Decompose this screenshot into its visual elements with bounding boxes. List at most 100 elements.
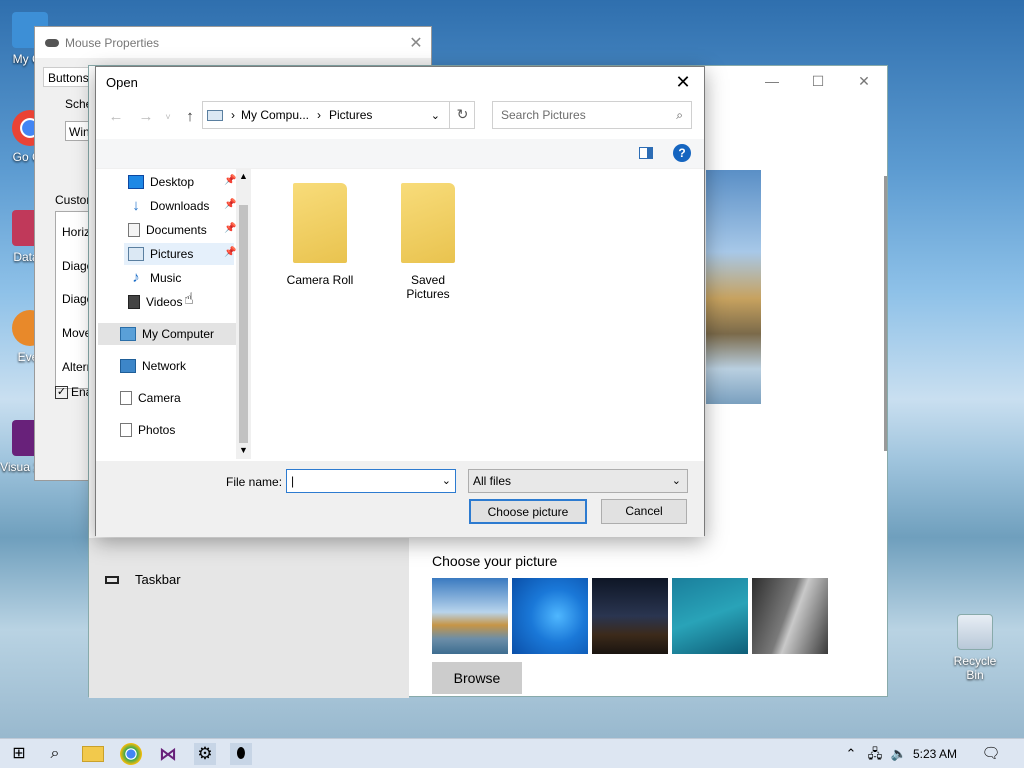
- address-bar[interactable]: › My Compu... › Pictures ⌄: [202, 101, 475, 129]
- file-icon: [120, 391, 132, 405]
- taskbar: ⊞ ⌕ ⋈ ⚙ ⬮ ⌃ 🖧 🔈 5:23 AM 🗨: [0, 738, 1024, 768]
- scroll-down-icon[interactable]: ▼: [239, 445, 248, 455]
- breadcrumb-my-computer[interactable]: My Compu...: [241, 108, 309, 122]
- window-controls: — ☐ ✕: [749, 66, 887, 97]
- background-preview: [706, 170, 761, 404]
- mouse-properties-icon[interactable]: ⬮: [230, 743, 252, 765]
- nav-item-documents[interactable]: Documents: [128, 219, 207, 241]
- close-icon[interactable]: ✕: [668, 69, 698, 95]
- refresh-icon[interactable]: ↻: [449, 101, 475, 129]
- document-icon: [128, 223, 140, 237]
- tab-buttons[interactable]: Buttons: [43, 67, 89, 87]
- chevron-down-icon[interactable]: ⌄: [431, 109, 440, 122]
- pictures-icon: [128, 247, 144, 261]
- folder-icon: [401, 183, 455, 263]
- scrollbar-thumb[interactable]: [239, 205, 248, 443]
- desktop-icon-recycle-bin[interactable]: Recycle Bin: [944, 614, 1006, 682]
- picture-thumbnail-windows[interactable]: [512, 578, 588, 654]
- open-dialog[interactable]: Open ✕ ← → ˅ ↑ › My Compu... › Pictures …: [95, 66, 705, 537]
- computer-icon: [120, 327, 136, 341]
- nav-item-network[interactable]: Network: [120, 355, 186, 377]
- pin-icon[interactable]: 📌: [224, 175, 236, 186]
- picture-thumbnail-rock[interactable]: [752, 578, 828, 654]
- nav-item-music[interactable]: ♪ Music: [128, 267, 181, 289]
- dialog-toolbar: ?: [96, 139, 704, 169]
- maximize-icon[interactable]: ☐: [795, 66, 841, 97]
- nav-item-pictures[interactable]: Pictures: [124, 243, 234, 265]
- file-type-select[interactable]: All files ⌄: [468, 469, 688, 493]
- pin-icon[interactable]: 📌: [224, 199, 236, 210]
- help-icon[interactable]: ?: [673, 144, 691, 162]
- clock[interactable]: 5:23 AM: [913, 747, 957, 761]
- choose-picture-button[interactable]: Choose picture: [469, 499, 587, 524]
- network-status-icon[interactable]: 🖧: [864, 743, 886, 765]
- picture-thumbnail-underwater[interactable]: [672, 578, 748, 654]
- chevron-down-icon[interactable]: ⌄: [442, 470, 451, 492]
- checkbox-checked-icon: ✓: [55, 385, 68, 399]
- chevron-down-icon: ⌄: [671, 475, 681, 487]
- breadcrumb-separator-icon: ›: [231, 108, 235, 122]
- download-arrow-icon: ↓: [132, 197, 140, 214]
- forward-arrow-icon[interactable]: →: [136, 107, 156, 127]
- close-icon[interactable]: ✕: [841, 66, 887, 97]
- picture-thumbnail-night-sky[interactable]: [592, 578, 668, 654]
- file-explorer-icon[interactable]: [82, 746, 104, 762]
- folder-icon: [293, 183, 347, 263]
- navigation-pane[interactable]: Desktop 📌 ↓ Downloads 📌 Documents 📌 Pict…: [98, 169, 253, 459]
- breadcrumb-separator-icon: ›: [317, 108, 322, 122]
- search-icon[interactable]: ⌕: [44, 743, 66, 765]
- preview-pane-icon[interactable]: [639, 147, 653, 159]
- list-item[interactable]: Move: [62, 326, 91, 340]
- dialog-title: Open: [106, 75, 138, 90]
- picture-thumbnail-beach[interactable]: [432, 578, 508, 654]
- back-arrow-icon[interactable]: ←: [106, 107, 126, 127]
- cancel-button[interactable]: Cancel: [601, 499, 687, 524]
- file-list[interactable]: Camera Roll Saved Pictures: [253, 169, 704, 459]
- folder-saved-pictures[interactable]: Saved Pictures: [388, 183, 468, 301]
- window-title: Mouse Properties: [65, 35, 160, 50]
- dialog-footer: File name: | ⌄ All files ⌄ Choose pictur…: [96, 461, 704, 537]
- pin-icon[interactable]: 📌: [224, 247, 236, 258]
- up-arrow-icon[interactable]: ↑: [180, 107, 200, 127]
- desktop-icon: [128, 175, 144, 189]
- nav-item-my-computer[interactable]: My Computer: [98, 323, 236, 345]
- music-note-icon: ♪: [132, 269, 140, 286]
- scroll-up-icon[interactable]: ▲: [239, 171, 248, 181]
- visual-studio-icon[interactable]: ⋈: [157, 743, 179, 765]
- settings-gear-icon[interactable]: ⚙: [194, 743, 216, 765]
- chrome-icon[interactable]: [120, 743, 142, 765]
- nav-item-camera[interactable]: Camera: [120, 387, 181, 409]
- mouse-icon: [45, 38, 59, 47]
- chevron-up-icon[interactable]: ⌃: [840, 743, 862, 765]
- recent-chevron-icon[interactable]: ˅: [158, 107, 178, 127]
- nav-pane-scrollbar[interactable]: ▲ ▼: [236, 169, 251, 459]
- pictures-folder-icon: [207, 109, 223, 121]
- search-input[interactable]: Search Pictures ⌕: [492, 101, 692, 129]
- browse-button[interactable]: Browse: [432, 662, 522, 694]
- pin-icon[interactable]: 📌: [224, 223, 236, 234]
- network-icon: [120, 359, 136, 373]
- taskbar-icon: [105, 575, 119, 584]
- windows-start-icon[interactable]: ⊞: [8, 743, 30, 765]
- nav-item-photos[interactable]: Photos: [120, 419, 175, 441]
- folder-camera-roll[interactable]: Camera Roll: [280, 183, 360, 287]
- volume-icon[interactable]: 🔈: [888, 743, 910, 765]
- nav-item-videos[interactable]: Videos: [128, 291, 182, 313]
- vertical-scrollbar[interactable]: [884, 176, 887, 451]
- mouse-properties-titlebar[interactable]: Mouse Properties ✕: [35, 27, 431, 58]
- minimize-icon[interactable]: —: [749, 66, 795, 97]
- close-icon[interactable]: ✕: [401, 33, 431, 53]
- nav-item-taskbar[interactable]: Taskbar: [105, 572, 181, 587]
- nav-item-downloads[interactable]: ↓ Downloads: [128, 195, 209, 217]
- notification-icon[interactable]: 🗨: [980, 743, 1002, 765]
- recycle-bin-icon: [957, 614, 993, 650]
- choose-picture-heading: Choose your picture: [432, 553, 558, 569]
- mouse-cursor-icon: ☝: [184, 291, 194, 308]
- text-caret: |: [291, 474, 295, 488]
- enable-checkbox[interactable]: ✓ Ena: [55, 385, 92, 399]
- file-name-label: File name:: [226, 475, 283, 489]
- file-name-input[interactable]: | ⌄: [286, 469, 456, 493]
- nav-item-desktop[interactable]: Desktop: [128, 171, 194, 193]
- search-icon: ⌕: [676, 108, 683, 122]
- breadcrumb-pictures[interactable]: Pictures: [329, 108, 372, 122]
